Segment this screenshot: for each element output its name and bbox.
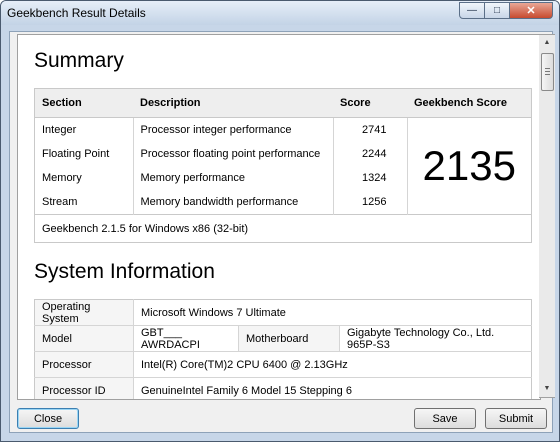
- results-view[interactable]: Summary Section Description Score Geekbe…: [17, 34, 541, 400]
- version-row: Geekbench 2.1.5 for Windows x86 (32-bit): [34, 214, 532, 243]
- processor-id-label: Processor ID: [34, 377, 134, 399]
- score-cell: 1256: [332, 190, 408, 215]
- result-details-window: Geekbench Result Details — □ ✕ Summary S…: [0, 0, 560, 442]
- motherboard-value: Gigabyte Technology Co., Ltd. 965P-S3: [339, 325, 532, 352]
- minimize-icon: —: [467, 5, 477, 16]
- column-header-section: Section: [34, 88, 133, 118]
- description-cell: Memory performance: [132, 166, 333, 190]
- title-bar[interactable]: Geekbench Result Details — □ ✕: [1, 1, 559, 25]
- score-cell: 1324: [332, 166, 408, 190]
- window-controls: — □ ✕: [459, 2, 553, 19]
- scroll-down-icon[interactable]: ▼: [539, 381, 555, 397]
- maximize-button[interactable]: □: [485, 2, 510, 19]
- description-cell: Processor integer performance: [132, 117, 333, 142]
- geekbench-score: 2135: [422, 142, 516, 189]
- section-cell: Stream: [42, 196, 78, 208]
- section-cell: Floating Point: [42, 148, 110, 160]
- model-label: Model: [34, 325, 134, 352]
- system-information-table: Operating System Microsoft Windows 7 Ult…: [34, 299, 532, 399]
- close-icon: ✕: [526, 5, 536, 17]
- vertical-scrollbar[interactable]: ▲ ▼: [539, 34, 555, 398]
- version-note: Geekbench 2.1.5 for Windows x86 (32-bit): [34, 214, 532, 243]
- processor-label: Processor: [34, 351, 134, 378]
- processor-id-value: GenuineIntel Family 6 Model 15 Stepping …: [133, 377, 532, 399]
- table-row: Operating System Microsoft Windows 7 Ult…: [34, 299, 532, 326]
- scroll-thumb[interactable]: [541, 53, 554, 91]
- column-header-score: Score: [333, 88, 407, 118]
- close-window-button[interactable]: ✕: [510, 2, 553, 19]
- scroll-up-icon[interactable]: ▲: [539, 35, 555, 51]
- column-header-description: Description: [133, 88, 333, 118]
- dialog-body: Summary Section Description Score Geekbe…: [9, 31, 555, 433]
- section-cell: Memory: [42, 172, 82, 184]
- save-button[interactable]: Save: [414, 408, 476, 429]
- window-title: Geekbench Result Details: [7, 6, 146, 20]
- score-cell: 2244: [332, 142, 408, 166]
- column-header-geekbench-score: Geekbench Score: [407, 88, 532, 118]
- operating-system-label: Operating System: [34, 299, 134, 326]
- section-cell: Integer: [42, 124, 77, 136]
- close-button[interactable]: Close: [17, 408, 79, 429]
- motherboard-label: Motherboard: [238, 325, 340, 352]
- description-cell: Memory bandwidth performance: [132, 190, 333, 215]
- submit-button[interactable]: Submit: [485, 408, 547, 429]
- processor-value: Intel(R) Core(TM)2 CPU 6400 @ 2.13GHz: [133, 351, 532, 378]
- operating-system-value: Microsoft Windows 7 Ultimate: [133, 299, 532, 326]
- summary-heading: Summary: [34, 49, 124, 72]
- table-row: Model GBT___ AWRDACPI Motherboard Gigaby…: [34, 325, 532, 352]
- system-information-heading: System Information: [34, 260, 215, 283]
- maximize-icon: □: [493, 5, 501, 16]
- summary-table: Section Description Score Geekbench Scor…: [34, 88, 532, 243]
- description-cell: Processor floating point performance: [132, 142, 333, 166]
- table-row: Integer Processor integer performance 27…: [35, 117, 532, 189]
- minimize-button[interactable]: —: [459, 2, 485, 19]
- summary-header-row: Section Description Score Geekbench Scor…: [34, 88, 532, 118]
- model-value: GBT___ AWRDACPI: [133, 325, 239, 352]
- score-cell: 2741: [332, 117, 408, 142]
- table-row: Processor ID GenuineIntel Family 6 Model…: [34, 377, 532, 399]
- table-row: Processor Intel(R) Core(TM)2 CPU 6400 @ …: [34, 351, 532, 378]
